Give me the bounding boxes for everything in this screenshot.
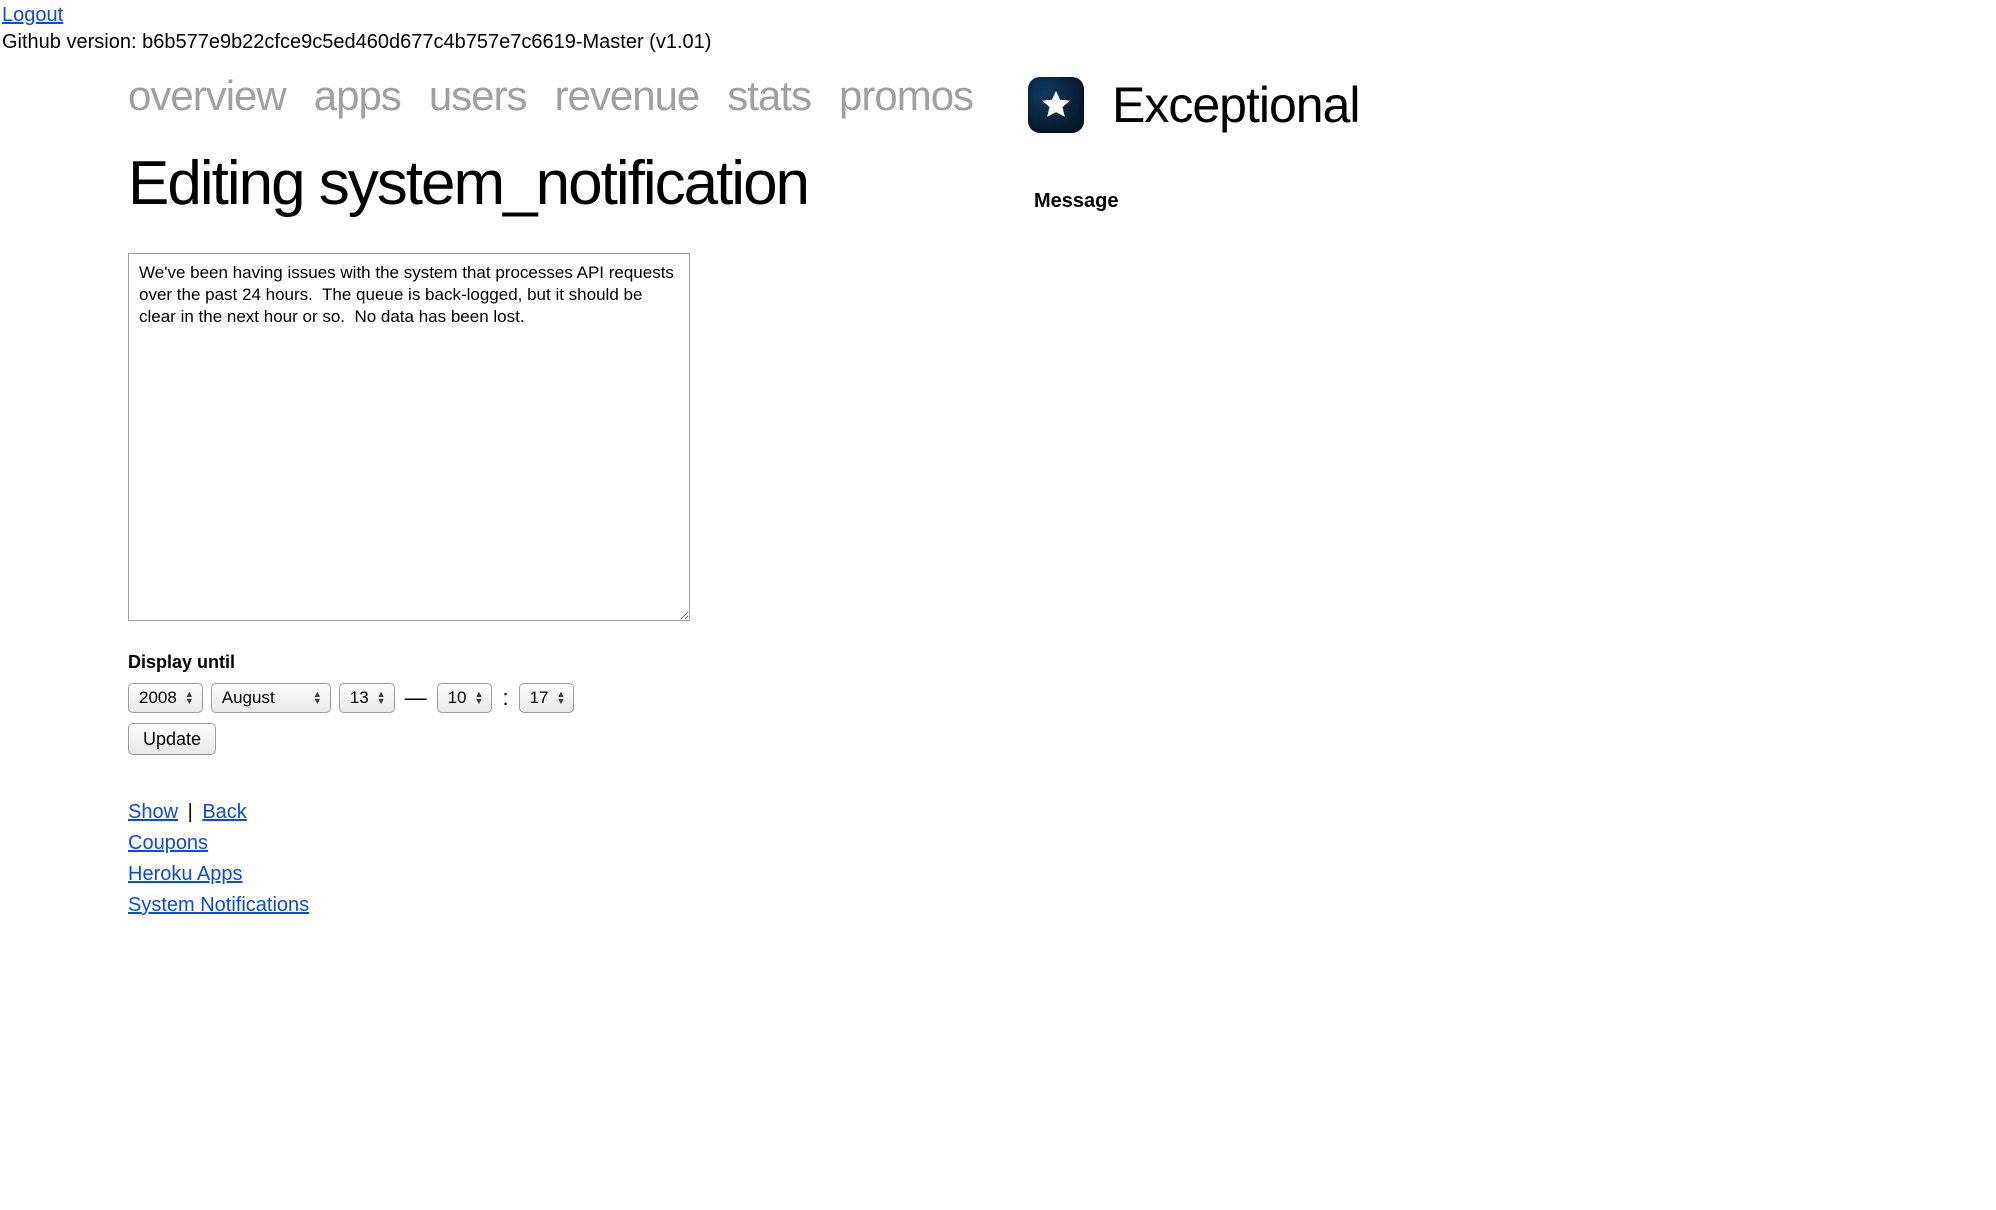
hour-select[interactable]: 10 ▲▼	[437, 683, 493, 713]
top-bar: Logout	[0, 0, 1996, 31]
github-version-prefix: Github version:	[2, 31, 142, 53]
brand-name: Exceptional	[1112, 76, 1360, 134]
github-version-hash: b6b577e9b22cfce9c5ed460d677c4b757e7c6619…	[142, 31, 711, 53]
month-select[interactable]: August ▲▼	[211, 683, 331, 713]
nav-overview[interactable]: overview	[128, 72, 286, 120]
nav-revenue[interactable]: revenue	[555, 72, 700, 120]
update-button[interactable]: Update	[128, 723, 216, 755]
date-time-separator-colon: :	[500, 685, 510, 711]
back-link[interactable]: Back	[202, 801, 246, 823]
updown-icon: ▲▼	[185, 691, 194, 705]
main-nav: overview apps users revenue stats promos	[128, 72, 998, 120]
nav-promos[interactable]: promos	[839, 72, 973, 120]
nav-users[interactable]: users	[429, 72, 527, 120]
year-select-value: 2008	[139, 688, 177, 708]
date-time-separator-dash: —	[403, 685, 429, 711]
updown-icon: ▲▼	[313, 691, 322, 705]
sidebar-message-heading: Message	[1034, 190, 1488, 213]
heroku-apps-link[interactable]: Heroku Apps	[128, 863, 243, 885]
month-select-value: August	[222, 688, 275, 708]
page-title: Editing system_notification	[128, 148, 998, 219]
brand-row: Exceptional	[1028, 76, 1488, 134]
system-notifications-link[interactable]: System Notifications	[128, 894, 309, 916]
date-time-row: 2008 ▲▼ August ▲▼ 13 ▲▼ — 10 ▲▼ : 17 ▲▼	[128, 683, 998, 713]
nav-stats[interactable]: stats	[727, 72, 811, 120]
day-select[interactable]: 13 ▲▼	[339, 683, 395, 713]
updown-icon: ▲▼	[556, 691, 565, 705]
message-textarea[interactable]	[128, 253, 690, 621]
updown-icon: ▲▼	[377, 691, 386, 705]
day-select-value: 13	[350, 688, 369, 708]
footer-links: Show | Back Coupons Heroku Apps System N…	[128, 797, 998, 921]
coupons-link[interactable]: Coupons	[128, 832, 208, 854]
nav-apps[interactable]: apps	[314, 72, 401, 120]
link-separator-pipe: |	[178, 801, 202, 823]
updown-icon: ▲▼	[475, 691, 484, 705]
year-select[interactable]: 2008 ▲▼	[128, 683, 203, 713]
display-until-label: Display until	[128, 652, 998, 673]
minute-select-value: 17	[530, 688, 549, 708]
logout-link[interactable]: Logout	[2, 4, 63, 26]
star-icon	[1028, 77, 1084, 133]
show-link[interactable]: Show	[128, 801, 178, 823]
hour-select-value: 10	[448, 688, 467, 708]
github-version: Github version: b6b577e9b22cfce9c5ed460d…	[0, 31, 1996, 62]
minute-select[interactable]: 17 ▲▼	[519, 683, 575, 713]
